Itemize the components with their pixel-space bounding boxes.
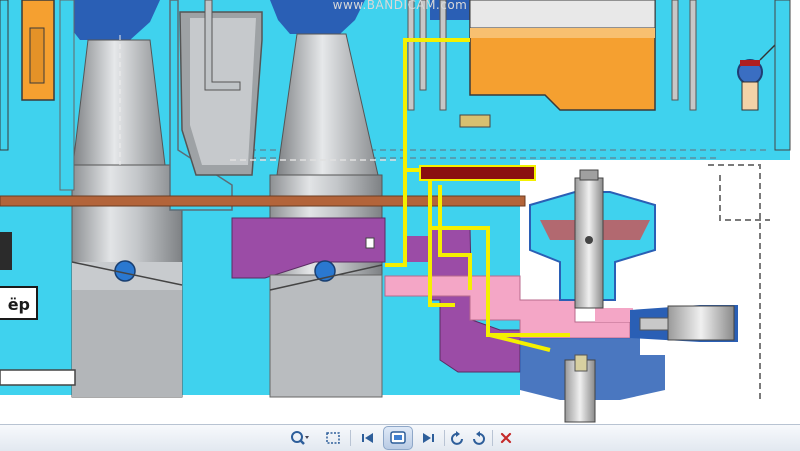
side-label: ёр xyxy=(0,286,38,320)
engine-cooling-diagram xyxy=(0,0,791,424)
image-viewer: www.BANDICAM.com ёр xyxy=(0,0,800,424)
toolbar-separator xyxy=(350,430,351,446)
left-cylinder-cone xyxy=(72,39,166,166)
toolbar-separator xyxy=(492,430,493,446)
slideshow-icon[interactable] xyxy=(383,426,413,450)
rotate-left-icon[interactable] xyxy=(448,429,468,447)
viewer-toolbar xyxy=(0,424,800,451)
fit-window-icon[interactable] xyxy=(323,429,343,447)
previous-icon[interactable] xyxy=(358,429,378,447)
crankshaft-rod xyxy=(0,195,526,207)
right-bolt xyxy=(667,305,735,341)
delete-icon[interactable] xyxy=(496,429,516,447)
rotate-right-icon[interactable] xyxy=(468,429,488,447)
toolbar-separator xyxy=(444,430,445,446)
recorder-watermark: www.BANDICAM.com xyxy=(332,0,468,12)
zoom-icon[interactable] xyxy=(288,429,312,447)
red-bar xyxy=(419,165,536,181)
next-icon[interactable] xyxy=(418,429,438,447)
